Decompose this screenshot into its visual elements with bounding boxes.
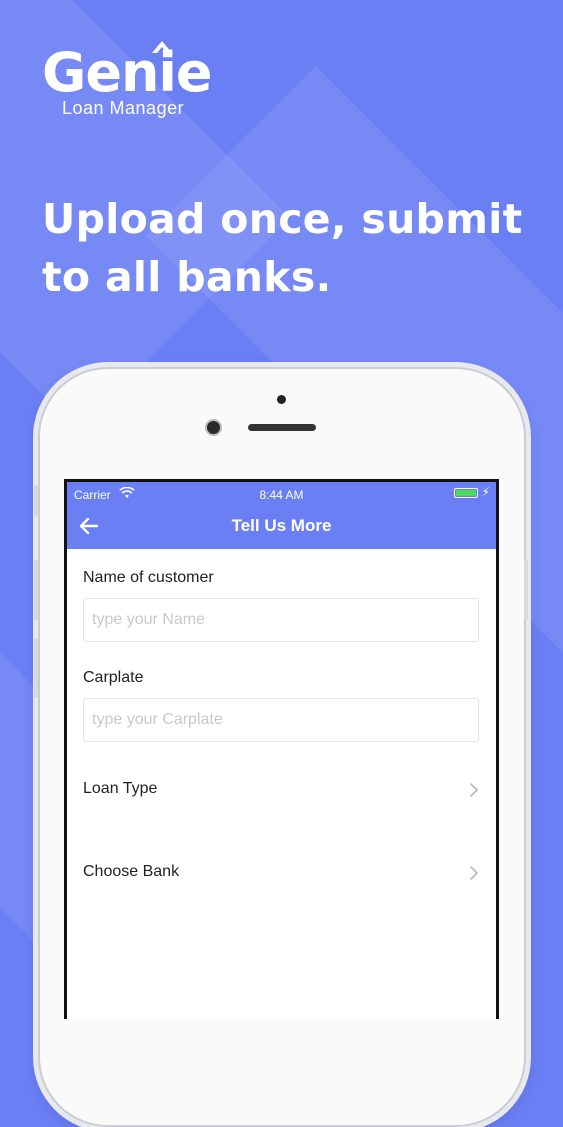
carplate-field-label: Carplate — [83, 669, 144, 686]
logo-mark-icon — [152, 41, 172, 53]
name-field-label: Name of customer — [83, 569, 214, 586]
proximity-sensor — [277, 395, 286, 404]
phone-side-button — [34, 485, 38, 517]
chevron-right-icon — [470, 866, 479, 880]
headline: Upload once, submit to all banks. — [42, 195, 523, 301]
battery-icon — [454, 488, 478, 498]
status-bar: Carrier 8:44 AM ⚡ — [67, 482, 496, 504]
choose-bank-row[interactable]: Choose Bank — [83, 858, 479, 888]
phone-side-button — [34, 638, 38, 698]
earpiece-speaker — [248, 424, 316, 431]
phone-side-button — [34, 560, 38, 620]
status-time: 8:44 AM — [259, 488, 304, 502]
customer-name-input[interactable] — [83, 598, 479, 642]
genie-logo: Genie Loan Manager — [42, 41, 213, 119]
front-camera — [207, 421, 220, 434]
loan-type-label: Loan Type — [83, 780, 158, 797]
carplate-input[interactable] — [83, 698, 479, 742]
phone-side-button — [524, 560, 528, 620]
logo-text: Genie — [42, 41, 213, 104]
loan-type-row[interactable]: Loan Type — [83, 775, 479, 805]
charging-icon: ⚡ — [481, 485, 490, 499]
app-header: Carrier 8:44 AM ⚡ Tell Us More — [67, 482, 496, 549]
phone-screen: Carrier 8:44 AM ⚡ Tell Us More Name of c… — [64, 479, 499, 1019]
chevron-right-icon — [470, 783, 479, 797]
screen-title: Tell Us More — [231, 516, 332, 535]
choose-bank-label: Choose Bank — [83, 863, 180, 880]
